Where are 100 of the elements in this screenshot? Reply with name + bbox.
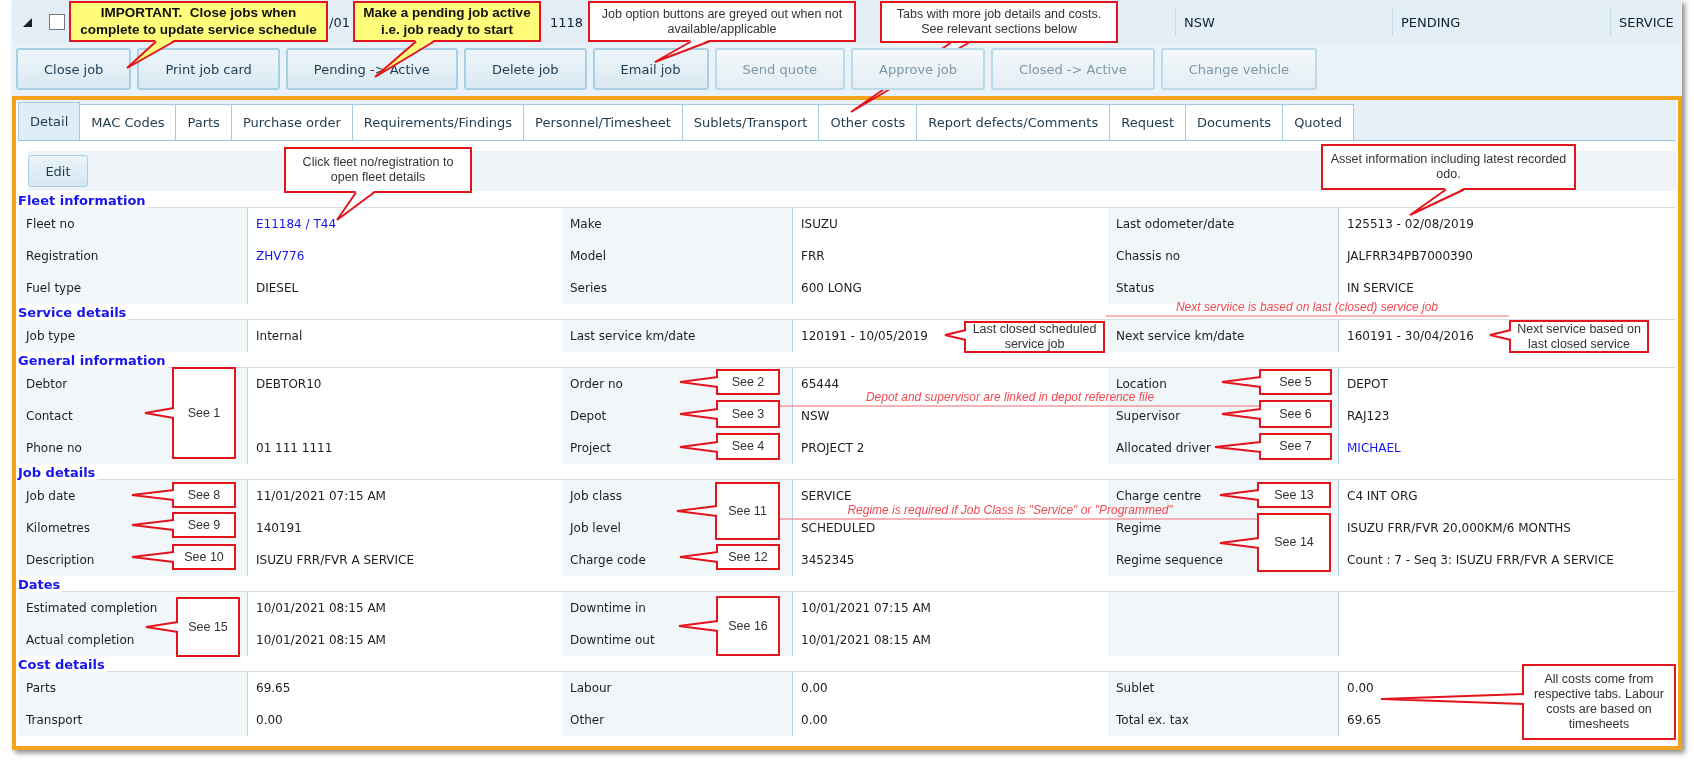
field-value: 10/01/2021 08:15 AM: [256, 633, 386, 647]
callout-pointer: [944, 329, 967, 341]
toolbar-button[interactable]: Email job: [592, 48, 709, 90]
callout-note: See 5: [1259, 369, 1332, 395]
callout-pointer: [1409, 188, 1465, 216]
field-label: Order no: [570, 377, 623, 391]
field-value: SCHEDULED: [801, 521, 876, 535]
field-value: ISUZU: [801, 217, 838, 231]
field-label: Job date: [26, 489, 76, 503]
tab[interactable]: Purchase order: [230, 104, 353, 140]
edit-button[interactable]: Edit: [28, 155, 88, 187]
tab[interactable]: Sublets/Transport: [681, 104, 820, 140]
field-link[interactable]: MICHAEL: [1347, 441, 1401, 455]
callout-note: See 16: [716, 596, 780, 656]
annotation-text: Next serviice is based on last (closed) service job: [1174, 301, 1440, 314]
callout-note: See 6: [1259, 400, 1332, 428]
tab[interactable]: Quoted: [1282, 104, 1354, 140]
callout-note: See 10: [172, 544, 236, 570]
section-heading: General information: [18, 352, 167, 368]
tab[interactable]: Documents: [1185, 104, 1284, 140]
field-label: Depot: [570, 409, 607, 423]
field-value: PROJECT 2: [801, 441, 865, 455]
annotation-text: Regime is required if Job Class is "Service" or "Programmed": [846, 504, 1174, 517]
field-label: Make: [570, 217, 602, 231]
field-value: 69.65: [1347, 713, 1382, 727]
field-label: Fuel type: [26, 281, 82, 295]
callout-note: See 7: [1259, 433, 1332, 460]
field-label: Job class: [570, 489, 623, 503]
callout-pointer: [1219, 537, 1260, 549]
callout-pointer: [1219, 489, 1260, 501]
callout-note: Tabs with more job details and costs. See relevant sections below: [880, 1, 1118, 43]
field-label: Downtime out: [570, 633, 655, 647]
tab[interactable]: Request: [1109, 104, 1186, 140]
callout-note: See 4: [716, 433, 780, 460]
field-label: Phone no: [26, 441, 82, 455]
field-value: 65444: [801, 377, 840, 391]
toolbar-button[interactable]: Print job card: [137, 48, 280, 90]
field-label: Debtor: [26, 377, 68, 391]
field-value: 140191: [256, 521, 302, 535]
section-heading: Dates: [18, 576, 62, 592]
callout-note: All costs come from respective tabs. Labour costs are based on timesheets: [1522, 664, 1676, 740]
field-label: Description: [26, 553, 95, 567]
field-value: 11/01/2021 07:15 AM: [256, 489, 386, 503]
callout-pointer: [1489, 329, 1512, 341]
field-label: Actual completion: [26, 633, 135, 647]
field-value: 0.00: [256, 713, 283, 727]
field-value: DEPOT: [1347, 377, 1388, 391]
tab[interactable]: Requirements/Findings: [351, 104, 524, 140]
field-value: 10/01/2021 08:15 AM: [801, 633, 931, 647]
tab[interactable]: Personnel/Timesheet: [523, 104, 683, 140]
field-value: 10/01/2021 07:15 AM: [801, 601, 931, 615]
callout-pointer: [678, 620, 719, 632]
expand-triangle-icon[interactable]: [22, 17, 32, 27]
field-link[interactable]: E11184 / T44: [256, 217, 337, 231]
field-value: NSW: [801, 409, 830, 423]
callout-note: See 14: [1257, 513, 1331, 572]
field-value: FRR: [801, 249, 825, 263]
field-value: JALFRR34PB7000390: [1347, 249, 1473, 263]
callout-pointer: [131, 551, 175, 563]
row-checkbox[interactable]: [49, 14, 65, 30]
tab[interactable]: MAC Codes: [79, 104, 177, 140]
field-value: C4 INT ORG: [1347, 489, 1418, 503]
callout-note: See 13: [1257, 482, 1331, 508]
field-label: Regime sequence: [1116, 553, 1223, 567]
field-value: 0.00: [801, 713, 828, 727]
callout-note: See 11: [715, 482, 780, 540]
callout-pointer: [336, 191, 375, 221]
field-value: SERVICE: [801, 489, 852, 503]
field-link[interactable]: ZHV776: [256, 249, 305, 263]
field-label: Fleet no: [26, 217, 75, 231]
field-label: Chassis no: [1116, 249, 1181, 263]
row-cell: PENDING: [1401, 14, 1461, 30]
field-label: Downtime in: [570, 601, 646, 615]
field-label: Charge centre: [1116, 489, 1202, 503]
section-heading: Job details: [18, 464, 97, 480]
tab[interactable]: Report defects/Comments: [916, 104, 1111, 140]
toolbar-button[interactable]: Close job: [16, 48, 132, 90]
field-label: Job level: [570, 521, 621, 535]
field-label: Regime: [1116, 521, 1162, 535]
field-value: Internal: [256, 329, 303, 343]
field-label: Location: [1116, 377, 1167, 391]
field-value: DEBTOR10: [256, 377, 322, 391]
field-value: RAJ123: [1347, 409, 1390, 423]
field-label: Charge code: [570, 553, 646, 567]
callout-note: See 8: [172, 482, 236, 508]
toolbar-button[interactable]: Delete job: [463, 48, 587, 90]
field-label: Job type: [26, 329, 76, 343]
callout-pointer: [676, 505, 718, 517]
callout-note: Next service based on last closed service: [1509, 320, 1649, 353]
tab[interactable]: Detail: [18, 102, 81, 140]
field-label: Next service km/date: [1116, 329, 1245, 343]
callout-pointer: [145, 621, 179, 633]
row-cell: NSW: [1184, 14, 1215, 30]
field-label: Parts: [26, 681, 56, 695]
tab[interactable]: Other costs: [818, 104, 918, 140]
field-label: Registration: [26, 249, 99, 263]
tab[interactable]: Parts: [175, 104, 232, 140]
row-cell: 1118: [550, 14, 584, 30]
callout-pointer: [654, 40, 710, 63]
section-heading: Service details: [18, 304, 128, 320]
